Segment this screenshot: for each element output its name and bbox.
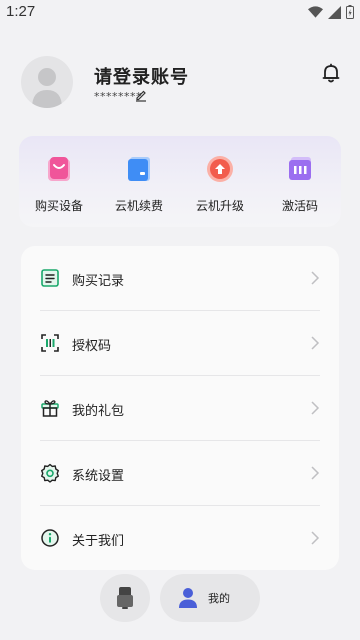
wifi-icon [308, 6, 323, 18]
upgrade-arrow-icon [207, 156, 233, 182]
menu-item-label: 我的礼包 [72, 404, 125, 419]
menu-item-about-us[interactable]: 关于我们 [21, 506, 339, 570]
renew-cloud-phone-label: 云机续费 [114, 199, 163, 213]
purchase-record-icon [41, 269, 59, 287]
status-time: 1:27 [6, 3, 36, 20]
upgrade-cloud-phone-label: 云机升级 [195, 199, 244, 213]
menu-item-label: 关于我们 [72, 534, 125, 549]
activation-code-label: 激活码 [281, 199, 318, 213]
menu-item-system-settings[interactable]: 系统设置 [21, 441, 339, 505]
nav-cloud-phone-button[interactable] [100, 574, 150, 622]
cloud-phone-icon [117, 587, 133, 609]
upgrade-cloud-phone-button[interactable]: 云机升级 [180, 136, 260, 227]
chevron-right-icon [311, 271, 320, 285]
status-bar: 1:27 [0, 0, 360, 26]
menu-item-label: 授权码 [72, 339, 112, 354]
user-profile-icon [179, 588, 197, 608]
settings-gear-icon [41, 463, 59, 483]
chevron-right-icon [311, 531, 320, 545]
quick-actions-card: 购买设备 云机续费 云机升级 激活码 [19, 136, 341, 227]
buy-device-label: 购买设备 [34, 199, 83, 213]
shopping-bag-icon [48, 157, 70, 181]
activation-code-button[interactable]: 激活码 [260, 136, 340, 227]
chevron-right-icon [311, 466, 320, 480]
status-icons [308, 5, 354, 19]
edit-icon[interactable] [134, 88, 148, 102]
notification-bell-icon[interactable] [320, 62, 342, 84]
renew-cloud-phone-button[interactable]: 云机续费 [99, 136, 179, 227]
menu-item-my-gifts[interactable]: 我的礼包 [21, 376, 339, 440]
chevron-right-icon [311, 401, 320, 415]
wallet-card-icon [128, 157, 150, 181]
buy-device-button[interactable]: 购买设备 [19, 136, 99, 227]
nav-mine-label: 我的 [208, 592, 230, 605]
activation-code-icon [289, 157, 311, 180]
info-icon [41, 529, 59, 547]
default-avatar-icon [32, 68, 62, 108]
menu-list-card: 购买记录 授权码 我的礼包 系统设置 关于我们 [21, 246, 339, 570]
scan-code-icon [41, 334, 59, 352]
battery-icon [346, 5, 354, 19]
nav-mine-button[interactable]: 我的 [160, 574, 260, 622]
gift-icon [41, 400, 59, 417]
chevron-right-icon [311, 336, 320, 350]
avatar[interactable] [21, 56, 73, 108]
menu-item-auth-code[interactable]: 授权码 [21, 311, 339, 375]
signal-icon [328, 5, 341, 19]
menu-item-label: 购买记录 [72, 274, 125, 289]
menu-item-purchase-records[interactable]: 购买记录 [21, 246, 339, 310]
login-prompt[interactable]: 请登录账号 [94, 63, 189, 89]
menu-item-label: 系统设置 [72, 469, 125, 484]
